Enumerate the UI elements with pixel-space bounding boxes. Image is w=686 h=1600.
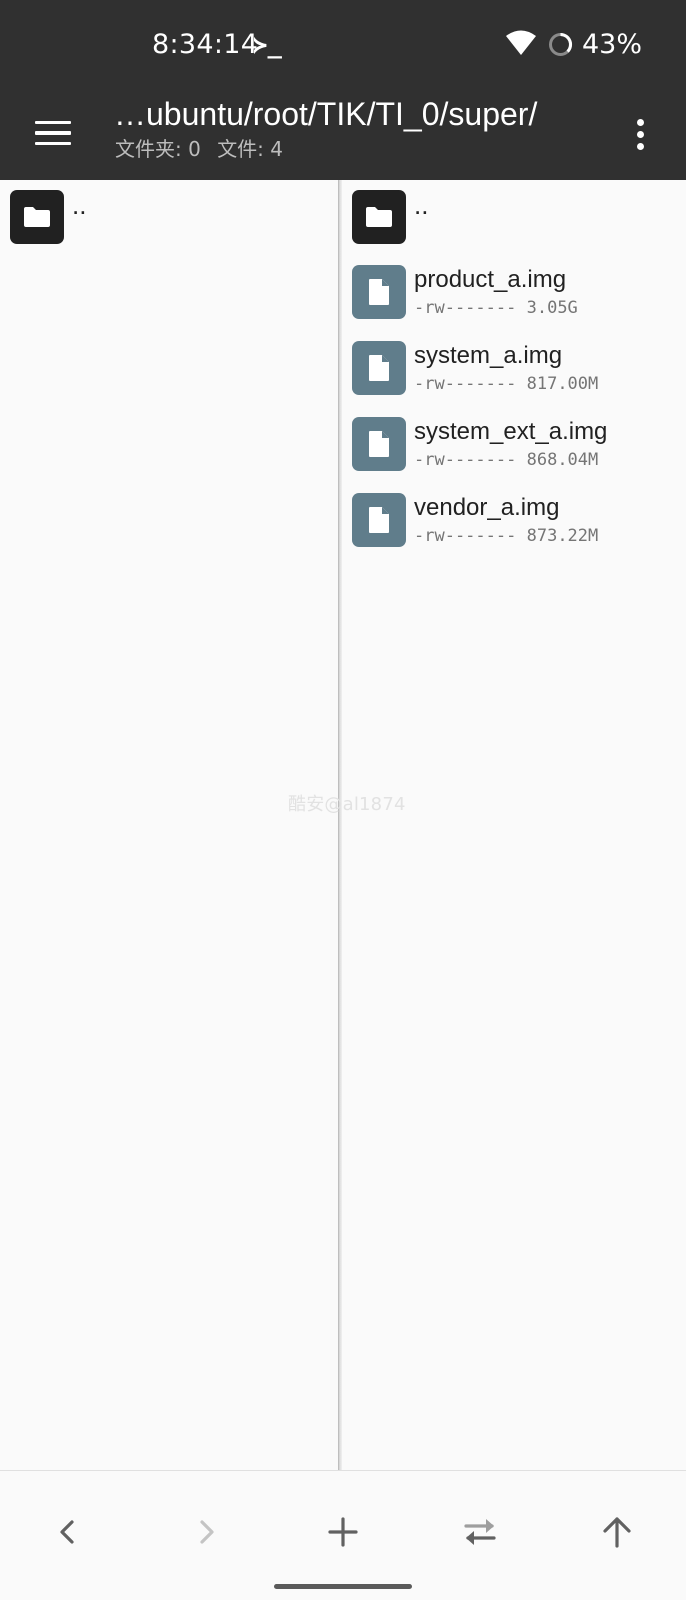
menu-icon[interactable] [22, 102, 84, 164]
file-name: vendor_a.img [414, 494, 560, 521]
folder-icon [352, 190, 406, 244]
file-size: 868.04M [526, 450, 599, 470]
file-icon [352, 265, 406, 319]
file-icon [352, 493, 406, 547]
wifi-icon [506, 30, 536, 55]
item-name: .. [414, 190, 429, 220]
list-item-file[interactable]: system_a.img -rw------- 817.00M [342, 331, 686, 407]
swap-panes-button[interactable] [445, 1501, 515, 1563]
left-pane[interactable]: .. [0, 180, 338, 1470]
file-meta: -rw------- 868.04M [414, 449, 598, 471]
list-item-parent-folder[interactable]: .. [342, 180, 686, 256]
folder-count: 文件夹: 0 [115, 137, 201, 161]
battery-saver-icon [549, 32, 573, 56]
forward-icon [200, 1520, 214, 1544]
list-item-parent-folder[interactable]: .. [0, 180, 338, 256]
app-bar: …ubuntu/root/TIK/TI_0/super/ 文件夹: 0 文件: … [0, 88, 686, 180]
status-bar: 8:34:14 ≻_ 43% [0, 0, 686, 88]
list-item-file[interactable]: vendor_a.img -rw------- 873.22M [342, 483, 686, 559]
gesture-nav-handle[interactable] [274, 1584, 412, 1589]
list-item-file[interactable]: system_ext_a.img -rw------- 868.04M [342, 407, 686, 483]
right-pane[interactable]: .. product_a.img -rw------- 3.05G system… [342, 180, 686, 1470]
file-meta: -rw------- 3.05G [414, 297, 578, 319]
battery-percent: 43% [582, 29, 643, 60]
current-path[interactable]: …ubuntu/root/TIK/TI_0/super/ [114, 94, 614, 134]
watermark: 酷安@al1874 [288, 794, 406, 815]
up-button[interactable] [582, 1501, 652, 1563]
file-meta: -rw------- 817.00M [414, 373, 598, 395]
file-permissions: -rw------- [414, 298, 517, 318]
file-meta: -rw------- 873.22M [414, 525, 598, 547]
bottom-toolbar [0, 1470, 686, 1600]
swap-icon [464, 1519, 496, 1545]
folder-icon [10, 190, 64, 244]
file-name: system_ext_a.img [414, 418, 608, 445]
status-time: 8:34:14 [152, 29, 259, 60]
file-permissions: -rw------- [414, 450, 517, 470]
up-icon [603, 1517, 631, 1548]
item-name: .. [72, 190, 87, 220]
forward-button[interactable] [171, 1501, 241, 1563]
add-icon [328, 1517, 358, 1547]
back-icon [60, 1520, 74, 1544]
list-item-file[interactable]: product_a.img -rw------- 3.05G [342, 255, 686, 331]
file-icon [352, 417, 406, 471]
file-size: 817.00M [526, 374, 599, 394]
file-name: product_a.img [414, 266, 567, 293]
file-size: 3.05G [526, 298, 578, 318]
file-name: system_a.img [414, 342, 563, 369]
item-counts: 文件夹: 0 文件: 4 [115, 136, 283, 162]
back-button[interactable] [33, 1501, 103, 1563]
file-count: 文件: 4 [217, 137, 284, 161]
more-vert-icon[interactable] [620, 104, 660, 164]
add-button[interactable] [308, 1501, 378, 1563]
file-permissions: -rw------- [414, 374, 517, 394]
file-permissions: -rw------- [414, 526, 517, 546]
terminal-icon: ≻_ [253, 31, 282, 59]
file-size: 873.22M [526, 526, 599, 546]
file-icon [352, 341, 406, 395]
